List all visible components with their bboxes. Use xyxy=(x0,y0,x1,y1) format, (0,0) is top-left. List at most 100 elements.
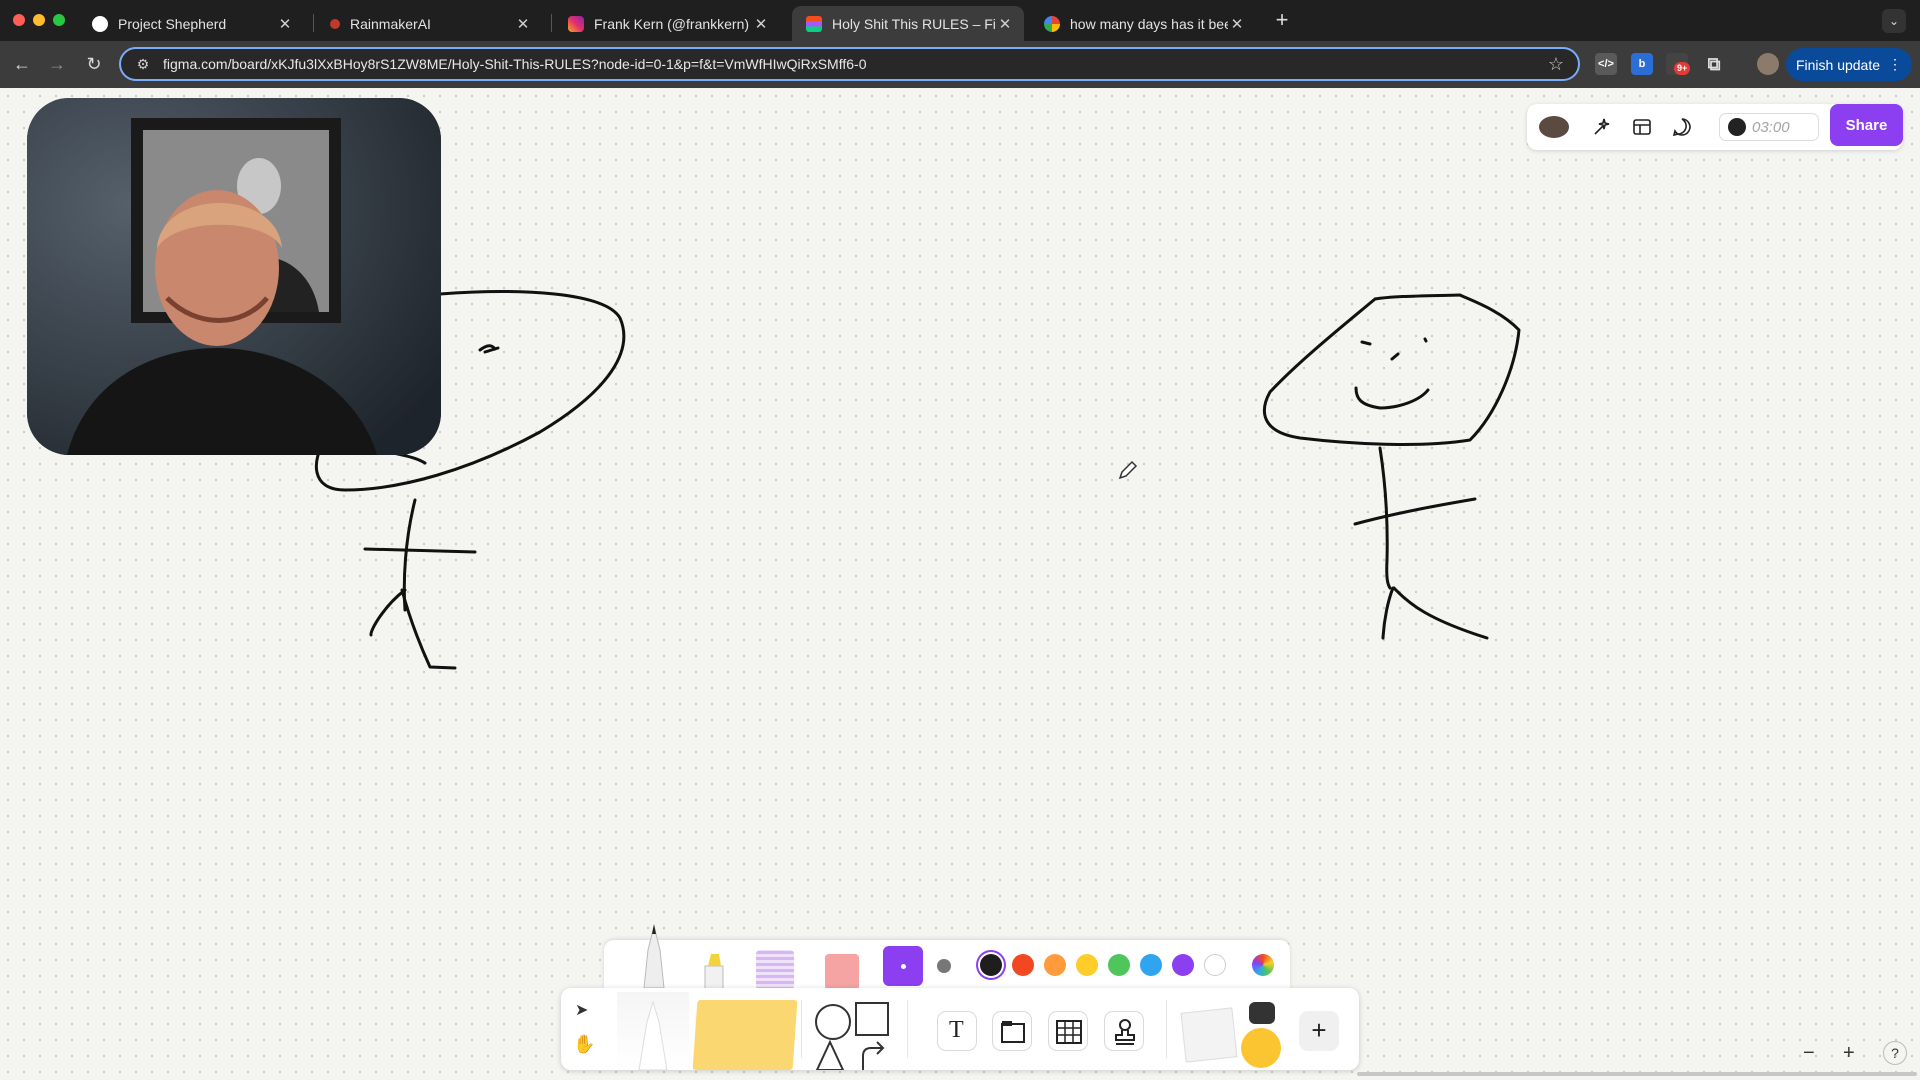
text-t-icon: T xyxy=(949,1017,964,1043)
collaborator-avatar[interactable] xyxy=(1539,116,1569,138)
tab-title: Frank Kern (@frankkern) • Ins xyxy=(594,15,752,32)
tab-rainmakerai[interactable]: RainmakerAI ✕ xyxy=(316,6,542,41)
color-swatch-green[interactable] xyxy=(1108,954,1130,976)
right-figure-left-eye xyxy=(1360,340,1372,346)
hand-pan-icon[interactable]: ✋ xyxy=(573,1034,595,1055)
right-figure-arms xyxy=(1353,497,1477,526)
widget-camera-icon[interactable] xyxy=(1249,1002,1275,1024)
extension-b-icon[interactable]: b xyxy=(1631,53,1653,75)
tab-instagram[interactable]: Frank Kern (@frankkern) • Ins ✕ xyxy=(554,6,780,41)
music-icon xyxy=(1728,118,1746,136)
left-figure-body xyxy=(402,498,417,612)
address-bar[interactable]: ⚙ figma.com/board/xKJfu3lXxBHoy8rS1ZW8ME… xyxy=(119,47,1580,81)
maximize-window-button[interactable] xyxy=(53,14,65,26)
left-figure-arms xyxy=(363,547,477,554)
color-swatch-blue[interactable] xyxy=(1140,954,1162,976)
bookmark-star-icon[interactable]: ☆ xyxy=(1548,54,1564,75)
color-swatch-yellow[interactable] xyxy=(1076,954,1098,976)
templates-icon[interactable] xyxy=(1631,116,1653,138)
webcam-overlay xyxy=(27,98,441,455)
left-figure-legs xyxy=(369,588,457,670)
thick-stroke-button[interactable] xyxy=(937,959,951,973)
tab-title: RainmakerAI xyxy=(350,15,431,32)
zoom-out-button[interactable]: − xyxy=(1803,1042,1815,1065)
zoom-controls: − + ? xyxy=(1803,1038,1907,1068)
finish-update-label: Finish update xyxy=(1795,56,1881,73)
close-window-button[interactable] xyxy=(13,14,25,26)
color-swatch-white[interactable] xyxy=(1204,954,1226,976)
color-swatch-purple[interactable] xyxy=(1172,954,1194,976)
pencil-cursor-icon xyxy=(1118,460,1138,480)
right-figure-right-eye xyxy=(1423,337,1428,343)
comment-icon[interactable] xyxy=(1671,116,1693,138)
profile-avatar[interactable] xyxy=(1757,53,1779,75)
tab-search-button[interactable]: ⌄ xyxy=(1882,9,1906,33)
instagram-icon xyxy=(568,15,584,32)
stroke-dot-icon xyxy=(900,963,906,969)
figjam-tool-dock: ➤ ✋ T + xyxy=(561,988,1359,1071)
close-tab-icon[interactable]: ✕ xyxy=(276,15,294,33)
horizontal-scrollbar[interactable] xyxy=(1357,1072,1917,1076)
right-figure-mouth xyxy=(1354,386,1430,410)
new-tab-button[interactable]: + xyxy=(1270,9,1294,33)
color-swatch-black[interactable] xyxy=(980,954,1002,976)
color-swatch-red[interactable] xyxy=(1012,954,1034,976)
forward-arrow-icon[interactable]: → xyxy=(45,52,69,76)
tab-title: Holy Shit This RULES – FigJa xyxy=(832,15,996,32)
minimize-window-button[interactable] xyxy=(33,14,45,26)
thin-stroke-button[interactable] xyxy=(883,946,923,986)
more-tools-plus-button[interactable]: + xyxy=(1299,1011,1339,1051)
close-tab-icon[interactable]: ✕ xyxy=(996,15,1014,33)
share-button[interactable]: Share xyxy=(1830,104,1903,146)
figjam-canvas[interactable]: 03:00 Share ➤ ✋ T + − + ? xyxy=(0,88,1920,1080)
close-tab-icon[interactable]: ✕ xyxy=(514,15,532,33)
tab-google[interactable]: how many days has it been si ✕ xyxy=(1030,6,1256,41)
google-icon xyxy=(1044,15,1060,32)
shepherd-icon xyxy=(92,15,108,32)
highlighter-tool[interactable] xyxy=(699,950,729,990)
url-text[interactable]: figma.com/board/xKJfu3lXxBHoy8rS1ZW8ME/H… xyxy=(163,56,866,72)
rainmaker-icon xyxy=(330,18,340,29)
color-swatch-orange[interactable] xyxy=(1044,954,1066,976)
tab-bar: Project Shepherd ✕ RainmakerAI ✕ Frank K… xyxy=(0,0,1920,41)
emoji-laugh-icon[interactable] xyxy=(1241,1028,1281,1068)
stamp-tool[interactable] xyxy=(1104,1011,1144,1051)
extension-code-icon[interactable]: </> xyxy=(1595,53,1617,75)
marker-pen-tool[interactable] xyxy=(634,920,674,988)
washi-tape-tool[interactable] xyxy=(756,950,794,990)
extension-notify-icon[interactable]: 9+ xyxy=(1666,53,1691,75)
extensions-puzzle-icon[interactable]: ⧉ xyxy=(1703,53,1725,75)
text-tool[interactable]: T xyxy=(937,1011,977,1051)
site-settings-icon[interactable]: ⚙ xyxy=(129,56,157,73)
sticky-note-tool[interactable] xyxy=(692,1000,798,1070)
eraser-tool[interactable] xyxy=(825,954,859,990)
finish-update-button[interactable]: Finish update ⋮ xyxy=(1786,48,1912,81)
timer-text: 03:00 xyxy=(1752,118,1790,136)
back-arrow-icon[interactable]: ← xyxy=(10,52,34,76)
color-picker-wheel[interactable] xyxy=(1252,954,1274,976)
select-cursor-icon[interactable]: ➤ xyxy=(575,1000,588,1020)
connector-arrow-tool[interactable] xyxy=(857,1040,887,1070)
right-figure-legs xyxy=(1381,586,1489,640)
square-shape-tool[interactable] xyxy=(855,1002,889,1036)
timer-widget[interactable]: 03:00 xyxy=(1719,113,1819,141)
browser-toolbar: ← → ↻ ⚙ figma.com/board/xKJfu3lXxBHoy8rS… xyxy=(0,41,1920,88)
zoom-in-button[interactable]: + xyxy=(1843,1042,1855,1065)
tab-project-shepherd[interactable]: Project Shepherd ✕ xyxy=(78,6,304,41)
section-tool[interactable] xyxy=(992,1011,1032,1051)
right-figure-nose xyxy=(1390,352,1400,361)
left-figure-eye xyxy=(478,344,500,354)
tab-figjam[interactable]: Holy Shit This RULES – FigJa ✕ xyxy=(792,6,1024,41)
table-tool[interactable] xyxy=(1048,1011,1088,1051)
close-tab-icon[interactable]: ✕ xyxy=(752,15,770,33)
reload-icon[interactable]: ↻ xyxy=(82,52,106,76)
jambot-widget-tool[interactable] xyxy=(1180,1007,1238,1063)
ai-sparkle-icon[interactable] xyxy=(1591,116,1613,138)
circle-shape-tool[interactable] xyxy=(815,1004,851,1040)
triangle-shape-tool[interactable] xyxy=(815,1040,845,1070)
tab-title: Project Shepherd xyxy=(118,15,227,32)
figjam-top-toolbar: 03:00 Share xyxy=(1527,104,1903,150)
help-button[interactable]: ? xyxy=(1883,1041,1907,1065)
drawing-tools-button[interactable] xyxy=(617,992,689,1071)
close-tab-icon[interactable]: ✕ xyxy=(1228,15,1246,33)
